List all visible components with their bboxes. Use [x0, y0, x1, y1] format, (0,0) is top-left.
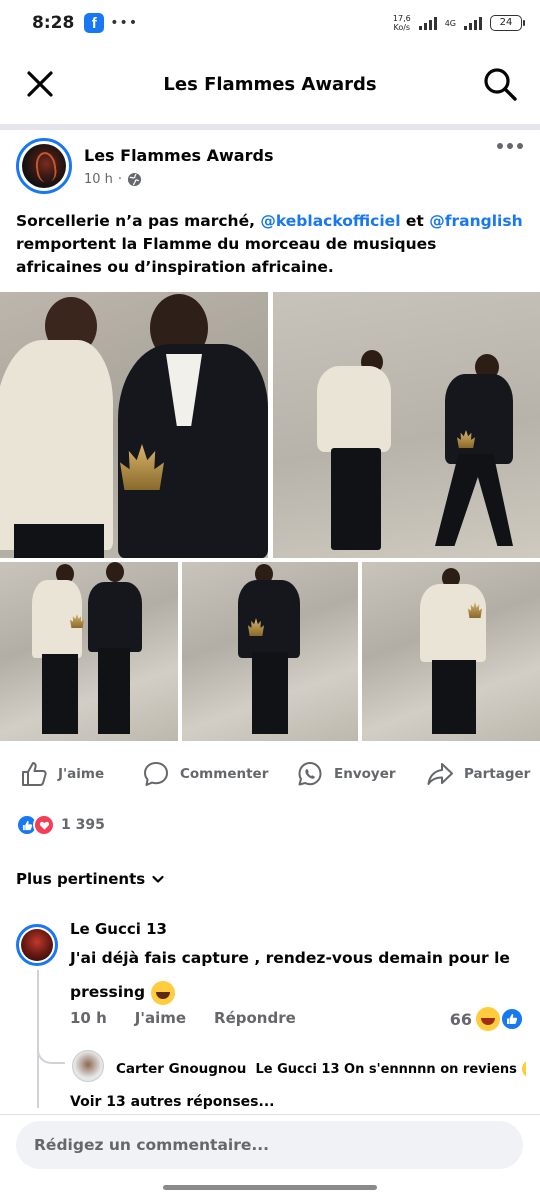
- reply-author-avatar[interactable]: [72, 1050, 104, 1082]
- whatsapp-icon: [298, 762, 322, 786]
- page-avatar-image: [22, 144, 66, 188]
- sort-label: Plus pertinents: [16, 870, 146, 888]
- post-photo[interactable]: [362, 562, 540, 741]
- love-reaction-icon: [33, 814, 55, 836]
- comment-body: J'ai déjà fais capture , rendez-vous dem…: [70, 949, 510, 1001]
- comment-meta: 10 h J'aime Répondre 66: [70, 1007, 524, 1031]
- post-actions: J'aime Commenter Envoyer Partager: [0, 752, 540, 796]
- comment-label: Commenter: [180, 766, 269, 782]
- post-author-name[interactable]: Les Flammes Awards: [84, 146, 273, 165]
- network-speed: 17,6 Ko/s: [393, 14, 411, 32]
- status-bar: 8:28 f ••• 17,6 Ko/s 4G 24: [0, 0, 540, 46]
- facebook-notification-icon: f: [84, 13, 105, 33]
- post-header: Les Flammes Awards 10 h ·: [16, 138, 524, 198]
- send-label: Envoyer: [334, 766, 396, 782]
- share-button[interactable]: Partager: [426, 760, 530, 788]
- comment-reply-button[interactable]: Répondre: [214, 1009, 296, 1027]
- mention-link[interactable]: @keblackofficiel: [260, 212, 400, 230]
- reply-text: Le Gucci 13 On s'ennnnn on reviens: [255, 1062, 517, 1077]
- thread-curve: [37, 1040, 65, 1064]
- globe-icon: [128, 172, 142, 187]
- reaction-count: 1 395: [61, 817, 105, 833]
- composer-divider: [0, 1114, 540, 1115]
- top-app-bar: Les Flammes Awards: [0, 56, 540, 112]
- comment-reactions[interactable]: 66: [450, 1007, 524, 1031]
- post-text: Sorcellerie n’a pas marché, @keblackoffi…: [16, 210, 524, 279]
- post-photo[interactable]: [273, 292, 540, 558]
- comment-icon: [144, 762, 168, 786]
- post-photo[interactable]: [0, 292, 268, 558]
- commenter-avatar-image: [21, 929, 53, 961]
- status-time: 8:28: [32, 13, 75, 33]
- post-time[interactable]: 10 h: [84, 172, 113, 187]
- comment-button[interactable]: Commenter: [142, 760, 268, 788]
- comment-text: J'ai déjà fais capture , rendez-vous dem…: [70, 941, 510, 1009]
- like-icon: [22, 762, 47, 786]
- comment-like-button[interactable]: J'aime: [135, 1009, 186, 1027]
- like-label: J'aime: [58, 766, 105, 782]
- post-meta: 10 h ·: [84, 172, 142, 187]
- home-indicator[interactable]: [163, 1185, 377, 1190]
- thread-line: [37, 970, 39, 1108]
- comment-input-placeholder: Rédigez un commentaire...: [34, 1136, 270, 1154]
- more-notifications-icon: •••: [110, 15, 139, 31]
- photo-grid: [0, 292, 540, 741]
- mention-link[interactable]: @franglish: [429, 212, 522, 230]
- post-text-part: et: [400, 212, 430, 230]
- network-type: 4G: [444, 18, 456, 28]
- reply-preview[interactable]: Carter Gnougnou Le Gucci 13 On s'ennnnn …: [116, 1058, 526, 1078]
- laughing-emoji-icon: [150, 980, 175, 1005]
- grinning-emoji-icon: [522, 1059, 526, 1078]
- share-label: Partager: [464, 766, 531, 782]
- battery-icon: 24: [490, 15, 525, 31]
- reactions-summary[interactable]: 1 395: [16, 812, 105, 838]
- search-icon[interactable]: [482, 66, 518, 102]
- reply-author: Carter Gnougnou: [116, 1061, 247, 1077]
- post-photo[interactable]: [0, 562, 178, 741]
- comment-time: 10 h: [70, 1009, 107, 1027]
- more-options-icon[interactable]: [496, 142, 524, 150]
- meta-separator: ·: [117, 172, 123, 187]
- post-photo[interactable]: [182, 562, 358, 741]
- page-title: Les Flammes Awards: [163, 73, 377, 95]
- comment-reaction-count: 66: [449, 1009, 472, 1029]
- share-icon: [427, 763, 453, 785]
- comment-input[interactable]: Rédigez un commentaire...: [16, 1121, 523, 1169]
- like-button[interactable]: J'aime: [20, 760, 104, 788]
- network-speed-value: 17,6: [392, 14, 411, 23]
- like-reaction-icon: [500, 1007, 524, 1031]
- close-icon[interactable]: [24, 68, 56, 100]
- comment-sort-dropdown[interactable]: Plus pertinents: [16, 870, 165, 888]
- send-button[interactable]: Envoyer: [296, 760, 396, 788]
- view-more-replies-link[interactable]: Voir 13 autres réponses...: [70, 1094, 274, 1110]
- signal-icon: [418, 16, 437, 30]
- signal-icon-2: [464, 16, 482, 30]
- chevron-down-icon: [152, 875, 164, 883]
- network-speed-unit: Ko/s: [393, 23, 411, 32]
- post-text-part: Sorcellerie n’a pas marché,: [16, 212, 261, 230]
- section-divider: [0, 124, 540, 130]
- page-avatar[interactable]: [16, 138, 72, 194]
- post-text-part: remportent la Flamme du morceau de musiq…: [16, 235, 437, 276]
- comment-author[interactable]: Le Gucci 13: [70, 920, 167, 938]
- commenter-avatar[interactable]: [16, 924, 58, 966]
- haha-reaction-icon: [476, 1007, 500, 1031]
